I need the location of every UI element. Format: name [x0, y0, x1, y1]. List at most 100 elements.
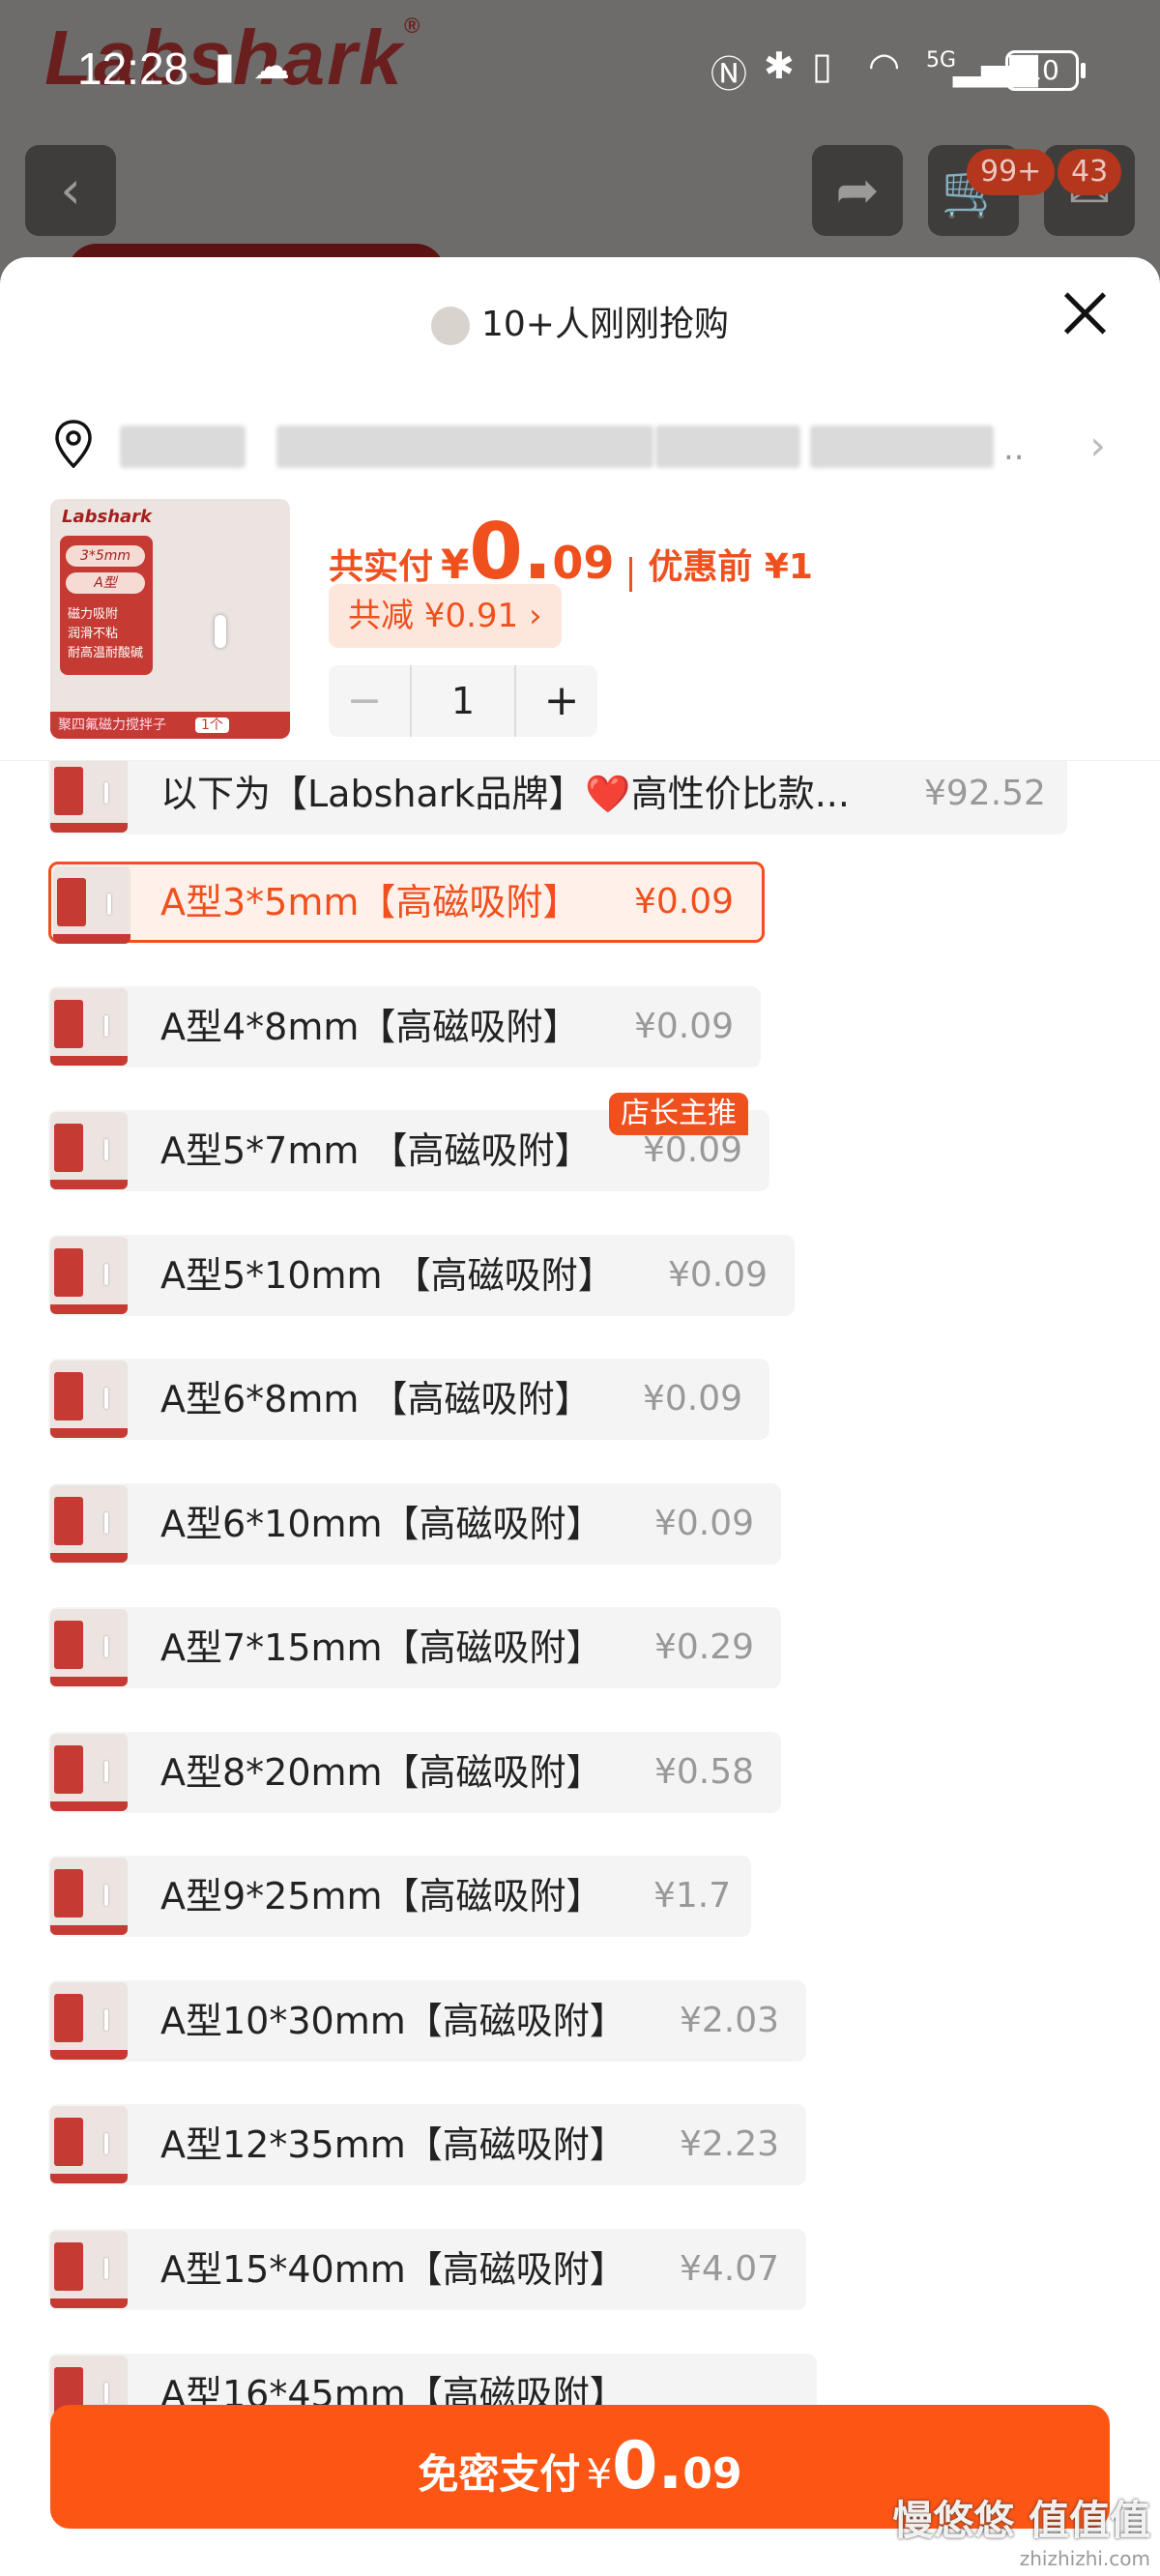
- discount-badge[interactable]: 共减 ¥0.91 ›: [329, 584, 562, 648]
- original-price: 优惠前 ¥1: [648, 547, 813, 587]
- sku-option-thumb: [50, 1361, 128, 1438]
- sku-option-thumb: [50, 761, 128, 833]
- product-image-size: 3*5mm: [66, 545, 145, 567]
- address-ellipsis: ..: [1003, 429, 1025, 468]
- price-label: 共实付: [329, 547, 434, 587]
- background-page: Labshark® 12:28 ▮ ☁ Ⓝ ✱ ▯ ◠ 5G ▂▄▆ 10 ‹ …: [0, 0, 1160, 302]
- watermark: 慢悠悠 值值值 zhizhizhi.com: [892, 2488, 1150, 2570]
- sku-option-price: ¥0.29: [654, 1627, 755, 1667]
- message-badge: 43: [1058, 149, 1122, 195]
- buyer-avatar: [431, 307, 470, 345]
- sku-option[interactable]: A型9*25mm【高磁吸附】 ¥1.7: [48, 1856, 751, 1937]
- sku-option-name: A型8*20mm【高磁吸附】: [160, 1751, 603, 1794]
- sku-option-thumb: [50, 1982, 128, 2060]
- address-row[interactable]: .. ›: [46, 400, 1114, 487]
- sku-option-thumb: [50, 1858, 128, 1935]
- sku-option-name: A型7*15mm【高磁吸附】: [160, 1626, 603, 1669]
- pay-button-label: 免密支付: [418, 2450, 581, 2498]
- watermark-text: 慢悠悠 值值值: [892, 2497, 1150, 2544]
- sku-option-name: A型10*30mm【高磁吸附】: [160, 2000, 626, 2042]
- sku-option[interactable]: A型8*20mm【高磁吸附】 ¥0.58: [48, 1732, 781, 1813]
- product-image-card: 3*5mm A型 磁力吸附 润滑不粘 耐高温耐酸碱: [60, 536, 153, 675]
- status-bar: 12:28 ▮ ☁ Ⓝ ✱ ▯ ◠ 5G ▂▄▆ 10: [0, 37, 1160, 104]
- sku-option[interactable]: A型7*15mm【高磁吸附】 ¥0.29: [48, 1607, 781, 1688]
- product-image-footer: 聚四氟磁力搅拌子 1个: [50, 712, 290, 739]
- sku-option-price: ¥2.23: [680, 2124, 780, 2164]
- sku-option[interactable]: A型10*30mm【高磁吸附】 ¥2.03: [48, 1980, 806, 2062]
- vibrate-icon: ▯: [812, 44, 832, 87]
- network-label: 5G: [926, 48, 957, 73]
- sku-option-name: A型4*8mm【高磁吸附】: [160, 1006, 580, 1048]
- sku-option[interactable]: A型6*8mm 【高磁吸附】 ¥0.09: [48, 1359, 769, 1440]
- bluetooth-icon: ✱: [764, 44, 795, 87]
- sku-option-thumb: [50, 1609, 128, 1686]
- close-icon[interactable]: [1058, 286, 1112, 340]
- sku-option[interactable]: A型6*10mm【高磁吸附】 ¥0.09: [48, 1483, 781, 1565]
- product-image-feature: 耐高温耐酸碱: [68, 646, 144, 660]
- sku-option-price: ¥1.7: [653, 1876, 732, 1916]
- back-button[interactable]: ‹: [25, 145, 116, 236]
- sku-option-thumb: [50, 1485, 128, 1563]
- pay-button-decimal: 09: [682, 2449, 742, 2499]
- sku-option-thumb: [50, 2231, 128, 2308]
- sku-option[interactable]: A型15*40mm【高磁吸附】 ¥4.07: [48, 2229, 806, 2310]
- product-image[interactable]: Labshark 3*5mm A型 磁力吸附 润滑不粘 耐高温耐酸碱 聚四氟磁力…: [50, 499, 290, 739]
- price-divider: [629, 556, 633, 592]
- sku-option[interactable]: 以下为【Labshark品牌】❤️高性价比款... ¥92.52: [48, 761, 1067, 834]
- sku-option-name: A型15*40mm【高磁吸附】: [160, 2248, 626, 2291]
- increase-button[interactable]: +: [526, 665, 597, 737]
- cart-badge: 99+: [967, 149, 1056, 195]
- sku-option[interactable]: A型5*10mm 【高磁吸附】 ¥0.09: [48, 1235, 795, 1316]
- product-image-feature: 润滑不粘: [68, 627, 119, 641]
- sku-option-thumb: [50, 1237, 128, 1314]
- address-redacted: [276, 425, 653, 468]
- sku-option-name: A型12*35mm【高磁吸附】: [160, 2123, 626, 2166]
- sku-option-price: ¥2.03: [680, 2001, 780, 2040]
- sku-option-thumb: [50, 1734, 128, 1811]
- sku-option-price: ¥0.09: [634, 1007, 735, 1046]
- address-redacted: [810, 425, 994, 468]
- sku-option-name: 以下为【Labshark品牌】❤️高性价比款...: [160, 773, 850, 815]
- sku-option-name: A型6*8mm 【高磁吸附】: [160, 1378, 592, 1420]
- share-button[interactable]: ➦: [812, 145, 903, 236]
- price-decimal: 09: [552, 537, 615, 589]
- quantity-stepper: − 1 +: [329, 665, 597, 737]
- sku-option-price: ¥0.09: [668, 1255, 768, 1295]
- pay-button-integer: 0.: [612, 2428, 683, 2504]
- sku-option-name: A型5*10mm 【高磁吸附】: [160, 1254, 615, 1297]
- sku-option-thumb: [50, 1112, 128, 1189]
- nfc-icon: Ⓝ: [710, 53, 748, 96]
- wifi-icon: ◠: [868, 44, 901, 87]
- sku-option[interactable]: A型12*35mm【高磁吸附】 ¥2.23: [48, 2104, 806, 2185]
- sku-option-name: A型3*5mm【高磁吸附】: [160, 881, 580, 923]
- sku-option-price: ¥0.09: [634, 882, 735, 922]
- sku-option-price: ¥92.52: [924, 774, 1046, 813]
- sku-option-thumb: [53, 866, 130, 944]
- recommend-badge: 店长主推: [609, 1093, 748, 1135]
- quantity-value[interactable]: 1: [410, 665, 516, 737]
- location-pin-icon: [55, 420, 92, 468]
- purchase-hint: 10+人刚刚抢购: [0, 296, 1160, 346]
- watermark-url: zhizhizhi.com: [1019, 2547, 1150, 2570]
- sku-option-name: A型9*25mm【高磁吸附】: [160, 1875, 603, 1917]
- price-currency: ¥: [441, 541, 470, 588]
- product-image-brand: Labshark: [62, 507, 153, 527]
- status-time: 12:28: [77, 44, 189, 94]
- sku-option-price: ¥4.07: [680, 2249, 780, 2289]
- wechat-icon: ☁: [253, 44, 290, 87]
- product-image-feature: 磁力吸附: [68, 607, 119, 622]
- address-redacted: [655, 425, 800, 468]
- sku-option-list: 以下为【Labshark品牌】❤️高性价比款... ¥92.52 A型3*5mm…: [0, 760, 1160, 2424]
- sku-option-name: A型6*10mm【高磁吸附】: [160, 1503, 603, 1545]
- pay-button-currency: ¥: [586, 2450, 613, 2498]
- product-image-type: A型: [66, 572, 145, 594]
- sku-option-price: ¥0.09: [654, 1504, 755, 1543]
- sku-option-price: ¥0.09: [643, 1379, 743, 1419]
- sku-sheet: 10+人刚刚抢购 .. › Labshark 3*5mm A型 磁力吸附 润滑不…: [0, 257, 1160, 2576]
- sku-option-selected[interactable]: A型3*5mm【高磁吸附】 ¥0.09: [48, 862, 765, 944]
- sku-option[interactable]: A型4*8mm【高磁吸附】 ¥0.09: [48, 986, 761, 1068]
- sku-option-thumb: [50, 2106, 128, 2183]
- sku-option-price: ¥0.58: [654, 1752, 755, 1792]
- decrease-button[interactable]: −: [329, 665, 400, 737]
- chevron-right-icon: ›: [1089, 422, 1106, 469]
